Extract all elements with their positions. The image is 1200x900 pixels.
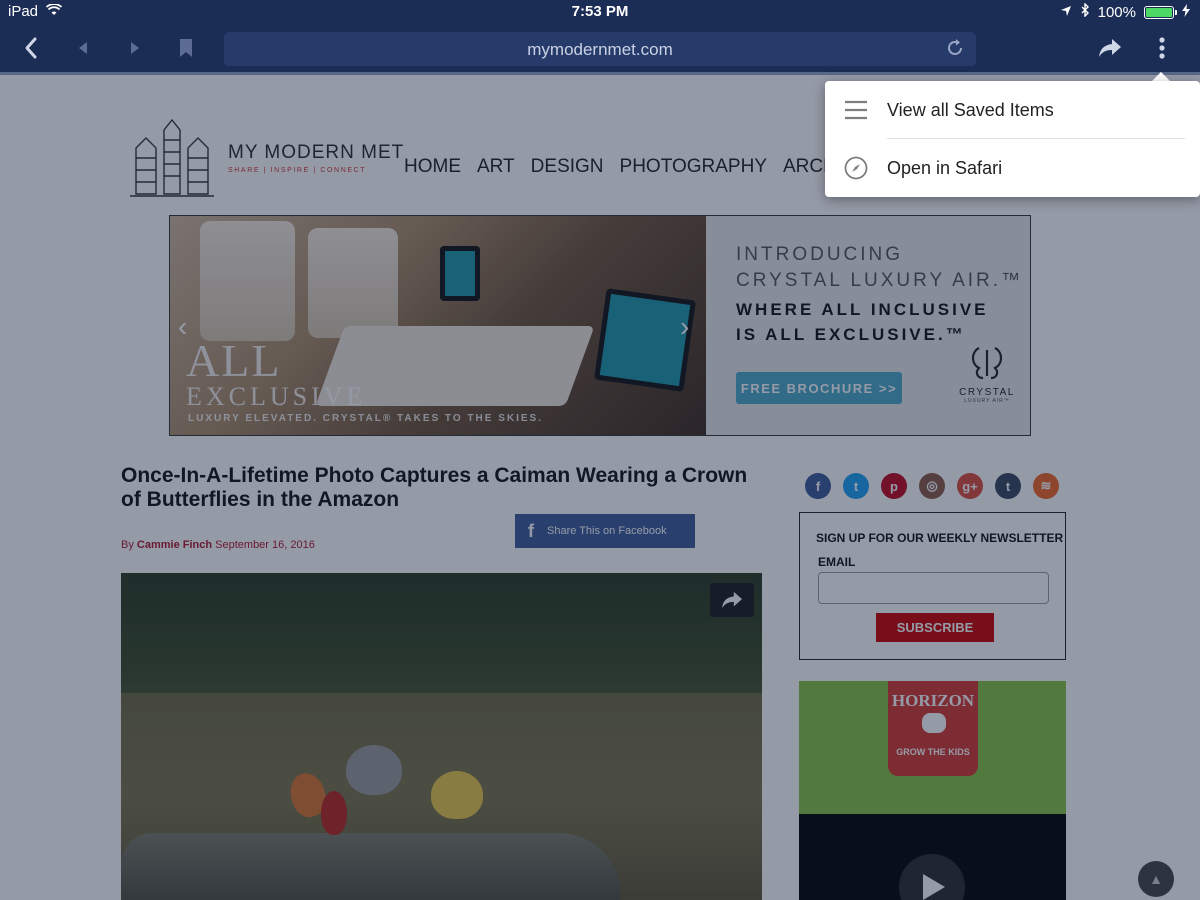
browser-toolbar: mymodernmet.com xyxy=(0,24,1200,72)
url-text: mymodernmet.com xyxy=(527,40,673,59)
battery-percent: 100% xyxy=(1097,3,1136,21)
more-vertical-icon[interactable] xyxy=(1148,34,1176,62)
back-icon[interactable] xyxy=(17,34,45,62)
reload-icon[interactable] xyxy=(944,37,968,61)
next-icon[interactable] xyxy=(121,34,149,62)
share-icon[interactable] xyxy=(1096,34,1124,62)
compass-icon xyxy=(825,156,887,180)
bluetooth-icon xyxy=(1080,2,1090,21)
charging-icon xyxy=(1182,3,1190,21)
status-time: 7:53 PM xyxy=(571,3,629,20)
overflow-menu: View all Saved Items Open in Safari xyxy=(825,81,1200,197)
list-icon xyxy=(825,100,887,120)
address-bar[interactable]: mymodernmet.com xyxy=(224,32,976,66)
bookmark-icon[interactable] xyxy=(172,34,200,62)
battery-icon xyxy=(1144,5,1177,19)
prev-icon[interactable] xyxy=(69,34,97,62)
menu-item-label: View all Saved Items xyxy=(887,99,1054,120)
menu-item-saved-items[interactable]: View all Saved Items xyxy=(825,81,1200,139)
menu-item-open-safari[interactable]: Open in Safari xyxy=(825,139,1200,197)
menu-item-label: Open in Safari xyxy=(887,157,1003,178)
status-bar: iPad 7:53 PM 100% xyxy=(0,0,1200,24)
location-icon xyxy=(1060,4,1072,21)
